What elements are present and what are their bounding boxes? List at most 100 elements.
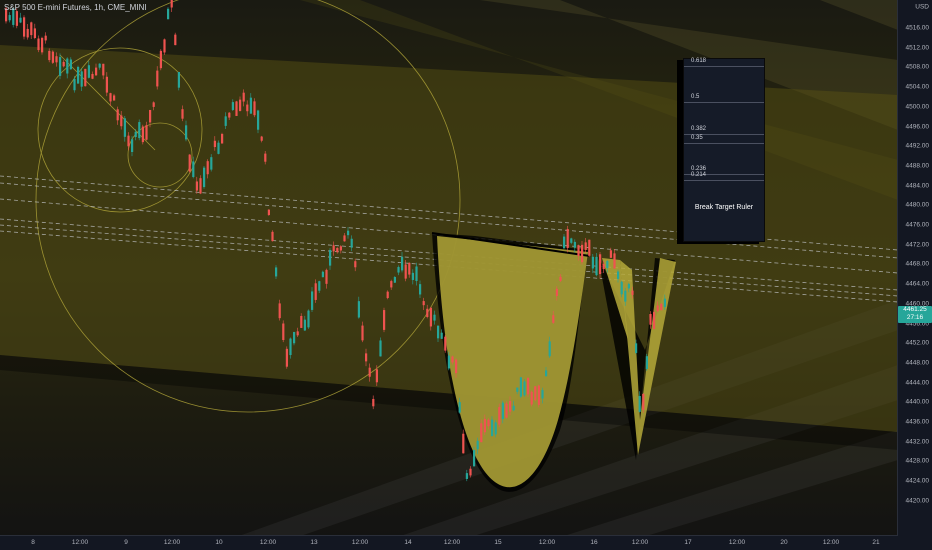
candle-body [523,381,526,396]
candle-body [483,418,486,433]
candle-body [581,244,584,263]
candle-body [51,51,54,63]
price-tick-label: 4484.00 [905,182,930,190]
candle-body [127,135,130,147]
candle-body [221,133,224,144]
candle-body [206,161,209,175]
candle-body [55,56,58,63]
candle-body [620,281,623,295]
candle-body [167,8,170,20]
candle-body [491,419,494,437]
time-tick-label: 9 [124,539,128,546]
candle-body [469,468,472,476]
break-target-ruler[interactable]: 0.618 0.5 0.382 0.35 0.236 0.214 Break T… [683,58,765,242]
candle-body [404,264,407,279]
candle-body [422,301,425,306]
candle-body [609,250,612,258]
candle-body [563,236,566,249]
time-tick-label: 12:00 [631,539,649,546]
price-axis[interactable]: USD 4516.00 4512.00 4508.00 4504.00 4500.00 4… [897,0,932,536]
time-tick-label: 17 [684,539,692,546]
price-chart-canvas[interactable] [0,0,932,550]
symbol-title[interactable]: S&P 500 E-mini Futures, 1h, CME_MINI [4,3,147,12]
candle-body [566,229,569,249]
candle-body [339,246,342,251]
candle-body [555,288,558,296]
candle-body [645,356,648,369]
price-tick-label: 4432.00 [905,438,930,446]
candle-body [552,315,555,323]
candle-body [444,336,447,351]
candle-body [278,303,281,319]
candle-body [293,332,296,344]
candle-body [156,70,159,87]
candle-body [242,92,245,102]
currency-label: USD [915,3,929,11]
candle-body [84,68,87,87]
candle-body [649,314,652,325]
candle-body [44,35,47,41]
ruler-title: Break Target Ruler [694,204,754,211]
candle-body [437,325,440,339]
candle-body [239,99,242,111]
candle-body [455,359,458,374]
candle-body [213,140,216,148]
candle-body [638,396,641,412]
candle-body [635,343,638,353]
candle-body [519,377,522,397]
candle-body [159,50,162,69]
candle-body [138,122,141,139]
time-tick-label: 21 [872,539,880,546]
candle-body [177,72,180,88]
candle-body [271,231,274,242]
candle-body [257,110,260,130]
candle-body [386,291,389,299]
time-tick-label: 12:00 [259,539,277,546]
candle-body [260,136,263,141]
candle-body [134,131,137,138]
candle-body [235,101,238,116]
time-tick-label: 12:00 [71,539,89,546]
candle-body [321,271,324,278]
candle-body [311,291,314,310]
candle-body [246,104,249,112]
candle-body [113,95,116,101]
ruler-level-05: 0.5 [684,94,764,103]
candle-body [282,323,285,341]
candle-body [170,0,173,8]
candle-body [66,58,69,74]
candle-body [393,277,396,283]
time-tick-label: 12:00 [443,539,461,546]
candle-body [451,356,454,363]
candle-body [433,314,436,321]
price-tick-label: 4496.00 [905,123,930,130]
time-tick-label: 20 [780,539,788,546]
candle-body [548,341,551,357]
time-axis[interactable]: 8 12:00 9 12:00 10 12:00 13 12:00 14 12:00 15 12:00… [0,535,898,550]
candle-body [91,73,94,79]
price-tick-label: 4492.00 [905,142,930,150]
candle-body [41,37,44,53]
candle-body [163,39,166,53]
candle-body [642,393,645,410]
candle-body [231,102,234,110]
candle-body [285,348,288,367]
candle-body [354,261,357,268]
chart-area[interactable]: S&P 500 E-mini Futures, 1h, CME_MINI 0.6… [0,0,932,550]
candle-body [332,245,335,252]
candle-body [33,28,36,38]
ruler-level-0214: 0.214 [684,172,764,181]
candle-body [23,17,26,37]
candle-body [300,315,303,328]
candle-body [357,301,360,318]
candle-body [116,109,119,121]
candle-body [217,142,220,154]
candle-body [289,338,292,356]
time-tick-label: 12:00 [728,539,746,546]
candle-body [192,161,195,178]
price-tick-label: 4504.00 [905,83,930,91]
time-tick-label: 12:00 [163,539,181,546]
candle-body [181,109,184,119]
candle-body [447,355,450,369]
candle-body [131,139,134,152]
